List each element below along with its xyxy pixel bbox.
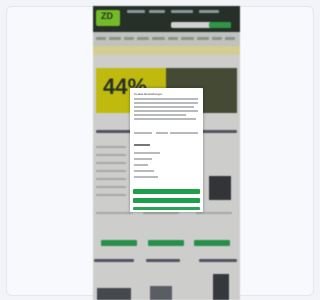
dialog-tab[interactable]	[170, 132, 198, 134]
cookie-consent-dialog: Cookie-Einstellungen	[130, 88, 203, 212]
dialog-tab[interactable]	[156, 132, 168, 134]
consent-option[interactable]	[134, 176, 158, 178]
consent-option[interactable]	[134, 158, 152, 160]
consent-option[interactable]	[134, 152, 160, 154]
consent-option[interactable]	[134, 164, 148, 166]
save-settings-button[interactable]	[133, 198, 200, 203]
dialog-tab[interactable]	[134, 132, 152, 134]
dialog-title: Cookie-Einstellungen	[134, 92, 163, 96]
consent-section-title	[134, 144, 150, 146]
consent-option[interactable]	[134, 170, 154, 172]
dialog-text	[134, 98, 198, 100]
reject-button[interactable]	[133, 207, 200, 210]
accept-all-button[interactable]	[133, 189, 200, 194]
